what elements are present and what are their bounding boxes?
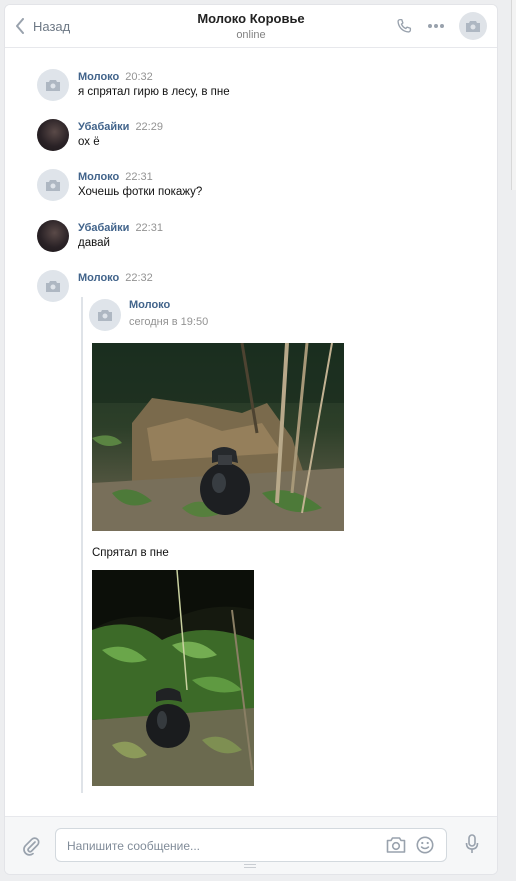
message-meta: Молоко 22:32 [78,270,153,285]
camera-icon [98,309,112,321]
more-icon[interactable] [427,23,445,29]
forwarded-author[interactable]: Молоко [129,299,170,311]
message-meta: Убабайки 22:31 [78,220,163,235]
camera-icon [46,79,60,91]
page-scrollbar[interactable] [511,0,516,190]
camera-icon [46,280,60,292]
chat-panel: Назад Молоко Коровье online Молоко 20:32 … [4,4,498,875]
message-author[interactable]: Молоко [78,71,119,83]
message-input-placeholder: Напишите сообщение... [67,839,201,853]
forwarded-date: сегодня в 19:50 [129,316,209,328]
message-text: я спрятал гирю в лесу, в пне [78,86,230,98]
message-meta: Молоко 20:32 [78,69,153,84]
message-meta: Убабайки 22:29 [78,119,163,134]
message-text: давай [78,237,110,249]
paperclip-icon[interactable] [21,836,41,856]
chat-header: Назад Молоко Коровье online [5,5,497,48]
message-author[interactable]: Молоко [78,171,119,183]
sender-avatar[interactable] [37,69,69,101]
forwarded-avatar[interactable] [89,299,121,331]
sender-avatar[interactable] [37,220,69,252]
phone-icon[interactable] [395,17,413,35]
weight-in-grass-photo [92,570,254,786]
camera-icon [466,20,480,32]
forwarded-message: Молоко сегодня в 19:50 Спрятал в пне [81,297,381,793]
photo-attachment[interactable] [92,570,254,786]
message-time: 22:32 [125,272,153,284]
message-meta: Молоко 22:31 [78,169,153,184]
sender-avatar[interactable] [37,119,69,151]
message-input[interactable]: Напишите сообщение... [55,828,447,862]
message-author[interactable]: Молоко [78,272,119,284]
forwarded-caption: Спрятал в пне [92,547,169,559]
message-text: Хочешь фотки покажу? [78,186,203,198]
microphone-icon[interactable] [465,834,479,854]
sender-avatar[interactable] [37,270,69,302]
message-text: ох ё [78,136,100,148]
message-author[interactable]: Убабайки [78,121,129,133]
sender-avatar[interactable] [37,169,69,201]
message-time: 22:31 [135,222,163,234]
message-time: 20:32 [125,71,153,83]
resize-handle[interactable] [244,864,256,868]
message-time: 22:31 [125,171,153,183]
message-time: 22:29 [135,121,163,133]
message-author[interactable]: Убабайки [78,222,129,234]
photo-attachment[interactable] [92,343,344,531]
forest-stump-photo [92,343,344,531]
header-actions [395,12,487,40]
camera-icon[interactable] [386,836,406,854]
emoji-icon[interactable] [416,836,434,854]
chat-avatar[interactable] [459,12,487,40]
camera-icon [46,179,60,191]
